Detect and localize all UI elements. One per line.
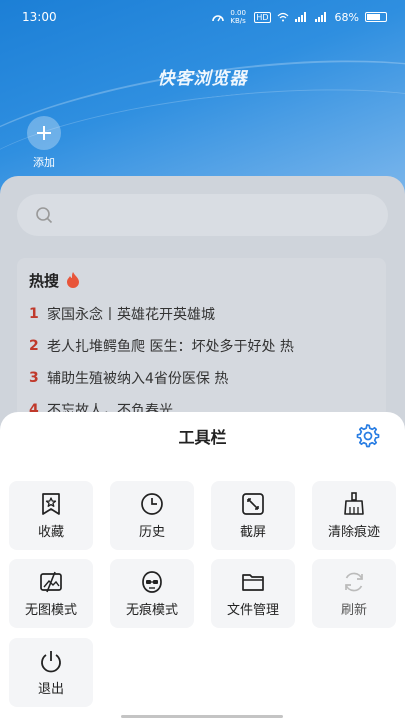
net-speed: 0.00 KB/s [230,9,246,25]
speed-icon [212,15,225,22]
tool-clear-traces[interactable]: 清除痕迹 [312,481,396,550]
tool-label: 无图模式 [24,603,77,618]
hot-search-item[interactable]: 2 老人扎堆鳄鱼爬 医生：坏处多于好处 热 [29,330,374,362]
screenshot-icon [242,493,264,515]
signal-icon-2 [314,12,326,22]
status-bar: 13:00 0.00 KB/s HD 68% [0,0,405,34]
hot-rank: 1 [29,306,39,322]
clock-icon [141,493,163,515]
tool-refresh[interactable]: 刷新 [312,559,396,628]
tool-label: 文件管理 [226,603,279,618]
hot-text: 家国永念丨英雄花开英雄城 [47,307,215,323]
power-icon [41,651,61,673]
signal-icon [294,12,306,22]
hot-search-item[interactable]: 1 家国永念丨英雄花开英雄城 [29,298,374,330]
hot-search-heading: 热搜 [29,268,374,292]
hot-text: 辅助生殖被纳入4省份医保 热 [47,371,229,387]
refresh-icon [345,572,363,592]
tool-exit[interactable]: 退出 [9,638,93,707]
tool-history[interactable]: 历史 [110,481,194,550]
tool-bookmark[interactable]: 收藏 [9,481,93,550]
gear-icon [356,424,380,448]
bookmark-star-icon [42,493,60,515]
no-image-icon [40,571,62,593]
tool-incognito-mode[interactable]: 无痕模式 [110,559,194,628]
brand-title: 快客浏览器 [157,69,248,89]
tool-label: 截屏 [239,525,266,540]
tool-label: 历史 [138,525,165,540]
hot-text: 老人扎堆鳄鱼爬 医生：坏处多于好处 热 [47,339,294,355]
incognito-icon [142,571,162,593]
broom-icon [344,492,364,515]
hot-rank: 2 [29,338,39,354]
hot-rank: 3 [29,370,39,386]
tool-label: 清除痕迹 [327,525,380,540]
tool-no-image-mode[interactable]: 无图模式 [9,559,93,628]
hot-search-item[interactable]: 3 辅助生殖被纳入4省份医保 热 [29,362,374,394]
battery-percent: 68% [334,10,359,24]
folder-icon [242,574,264,591]
search-icon [36,207,53,224]
status-icons: 0.00 KB/s HD 68% [212,9,387,25]
battery-icon [365,12,387,22]
wifi-icon [277,12,288,22]
plus-icon [37,126,51,140]
tool-file-manager[interactable]: 文件管理 [211,559,295,628]
toolbar-title: 工具栏 [178,428,227,447]
add-shortcut-label: 添加 [33,156,55,169]
home-indicator[interactable] [121,715,283,718]
add-shortcut-button[interactable] [27,116,61,150]
status-time: 13:00 [22,10,57,24]
hd-icon: HD [254,11,271,23]
tool-label: 退出 [37,682,64,697]
hot-search-panel: 热搜 1 家国永念丨英雄花开英雄城 2 老人扎堆鳄鱼爬 医生：坏处多于好处 热 … [17,258,386,419]
tool-label: 收藏 [37,525,64,540]
tool-screenshot[interactable]: 截屏 [211,481,295,550]
settings-button[interactable] [354,422,380,448]
search-input[interactable] [17,194,388,236]
hot-search-title: 热搜 [29,271,60,290]
tool-label: 无痕模式 [125,603,178,618]
hot-search-list: 1 家国永念丨英雄花开英雄城 2 老人扎堆鳄鱼爬 医生：坏处多于好处 热 3 辅… [29,298,374,426]
fire-icon [67,272,80,288]
tool-label: 刷新 [340,603,367,618]
